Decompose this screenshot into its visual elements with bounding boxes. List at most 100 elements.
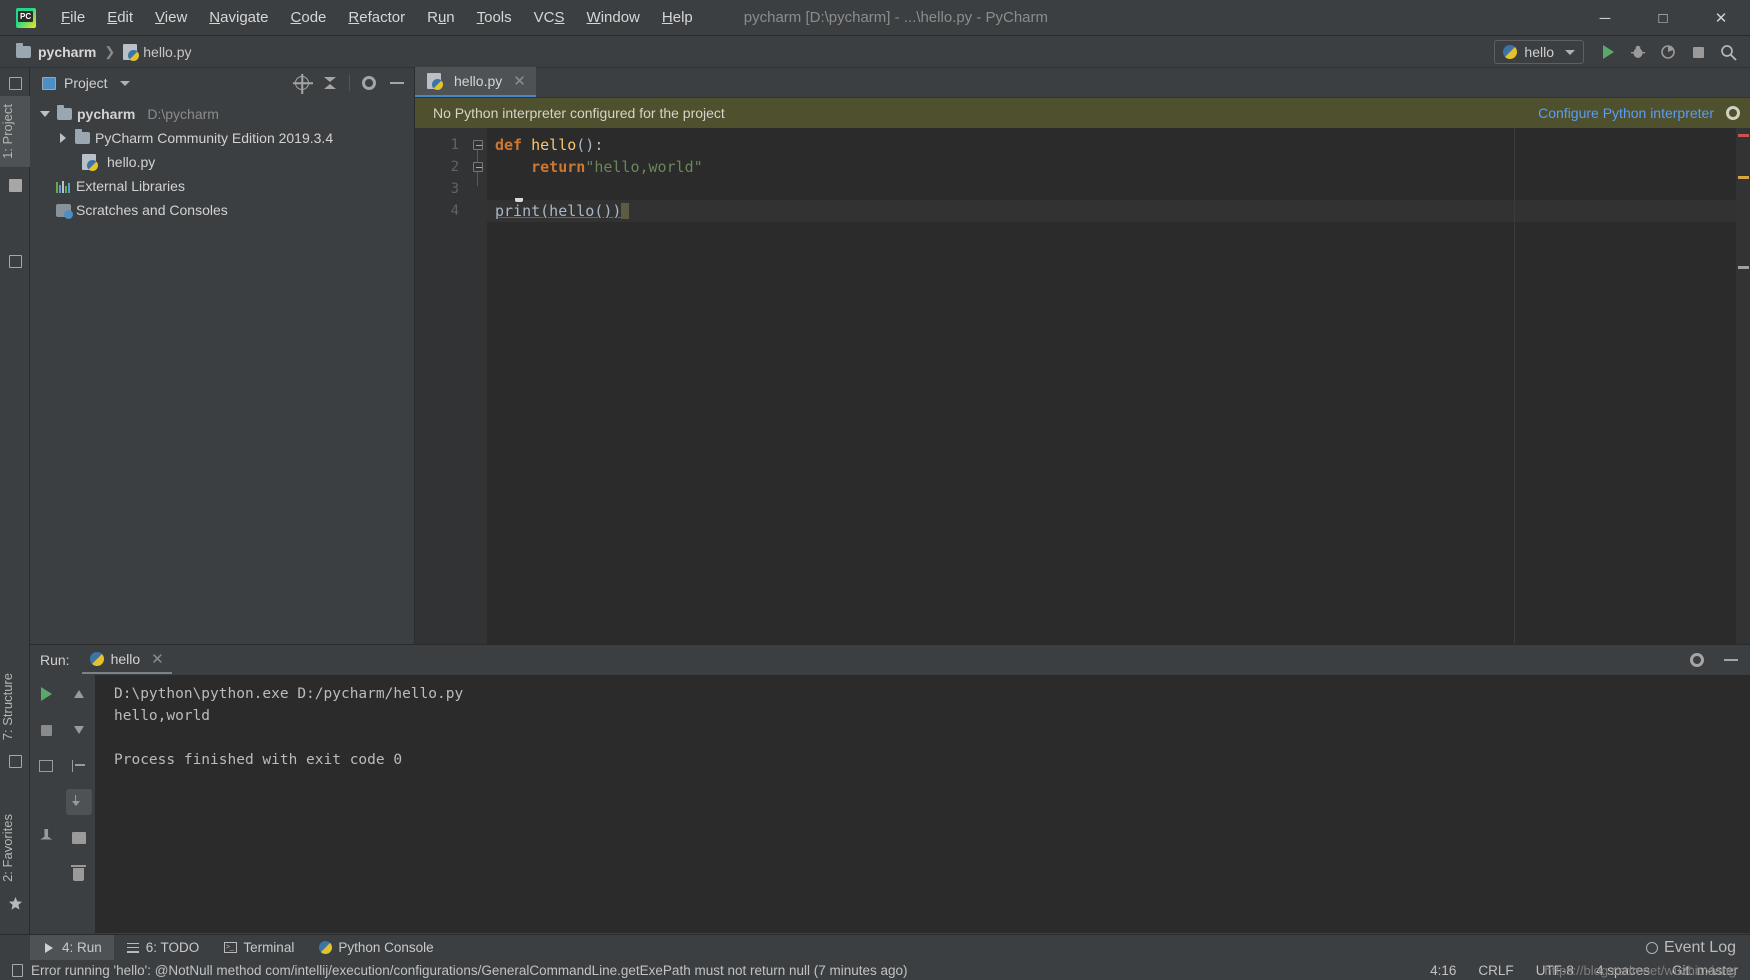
play-icon [1602,45,1614,59]
marker-warning[interactable] [1738,176,1749,179]
stop-button[interactable] [1684,38,1712,66]
code-editor[interactable]: 1 2 3 4 def hello(): return"hello,world"… [415,128,1750,644]
strip-second-icon[interactable] [0,173,30,199]
run-tab-hello[interactable]: hello ✕ [81,646,172,674]
tree-node-scratches[interactable]: Scratches and Consoles [30,198,414,222]
strip-structure-icon[interactable] [0,748,30,774]
strip-favorites-icon[interactable] [0,890,30,916]
folder-icon [57,105,72,120]
gear-icon[interactable] [1726,106,1740,120]
tree-node-external-libraries[interactable]: External Libraries [30,174,414,198]
strip-third-icon[interactable] [0,249,30,275]
code-line-4: print(hello()) [487,200,1750,222]
menu-refactor[interactable]: Refactor [337,0,416,36]
debug-button[interactable] [1624,38,1652,66]
sidebar-item-project[interactable]: 1: Project [0,96,30,167]
strip-top-icon[interactable] [0,70,30,96]
fold-marker-1[interactable] [469,134,487,156]
menu-code[interactable]: Code [280,0,338,36]
hide-project-button[interactable] [388,74,406,92]
line-separator[interactable]: CRLF [1478,963,1513,978]
sidebar-item-favorites[interactable]: 2: Favorites [0,806,30,890]
event-log-button[interactable]: Event Log [1645,939,1736,957]
editor-tab-bar: hello.py ✕ [415,67,1750,98]
view-mode-button[interactable] [33,753,59,779]
navigation-bar: pycharm ❯ hello.py hello [0,36,1750,68]
menu-edit[interactable]: Edit [96,0,144,36]
tool-window-run[interactable]: 4: Run [30,934,114,961]
tree-node-pycharm-ce[interactable]: PyCharm Community Edition 2019.3.4 [30,126,414,150]
pin-tab-button[interactable] [33,823,59,849]
run-configuration-label: hello [1524,44,1554,60]
play-icon [42,941,56,955]
expand-arrow[interactable] [38,111,52,117]
project-settings-button[interactable] [360,74,378,92]
maximize-icon: □ [1658,9,1668,27]
breadcrumb-file[interactable]: hello.py [143,44,191,60]
marker-error[interactable] [1738,134,1749,137]
search-everywhere-button[interactable] [1714,38,1742,66]
status-message-area[interactable]: Error running 'hello': @NotNull method c… [0,963,908,978]
pycharm-logo-icon [16,7,36,28]
run-console-output[interactable]: D:\python\python.exe D:/pycharm/hello.py… [96,675,1750,933]
keyword-return: return [495,158,586,176]
tree-node-hello-py[interactable]: hello.py [30,150,414,174]
close-button[interactable]: ✕ [1692,0,1750,36]
tool-window-terminal[interactable]: >_ Terminal [211,935,306,961]
menu-vcs[interactable]: VCS [523,0,576,36]
expand-arrow[interactable] [56,133,70,143]
menu-view[interactable]: View [144,0,198,36]
error-stripe-marker-column[interactable] [1736,128,1750,644]
menu-file[interactable]: File [50,0,96,36]
coverage-button[interactable] [1654,38,1682,66]
run-button[interactable] [1594,38,1622,66]
pin-icon [40,829,53,840]
project-chevron-down-icon[interactable] [119,80,130,86]
stop-icon [1692,46,1704,58]
scratch-icon [56,203,73,219]
code-folding-gutter[interactable] [469,128,487,644]
caret-position[interactable]: 4:16 [1430,963,1456,978]
tree-node-pycharm[interactable]: pycharm D:\pycharm [30,102,414,126]
configure-interpreter-link[interactable]: Configure Python interpreter [1538,105,1714,121]
menu-help[interactable]: Help [651,0,704,36]
list-icon [126,941,140,955]
rerun-button[interactable] [33,681,59,707]
print-button[interactable] [66,825,92,851]
maximize-button[interactable]: □ [1634,0,1692,36]
minimize-button[interactable]: ─ [1576,0,1634,36]
run-configuration-selector[interactable]: hello [1494,40,1584,64]
tool-window-todo[interactable]: 6: TODO [114,935,212,961]
scroll-from-source-button[interactable] [293,74,311,92]
soft-wrap-button[interactable] [66,753,92,779]
up-stack-button[interactable] [66,681,92,707]
down-stack-button[interactable] [66,717,92,743]
clear-all-button[interactable] [66,861,92,887]
menu-run[interactable]: Run [416,0,466,36]
hide-run-panel-button[interactable] [1722,651,1740,669]
menu-navigate[interactable]: Navigate [198,0,279,36]
tool-window-python-console[interactable]: Python Console [306,935,445,961]
python-file-icon [82,154,98,171]
run-tab-close-icon[interactable]: ✕ [151,650,164,668]
scroll-to-end-button[interactable] [65,789,92,815]
menu-window[interactable]: Window [576,0,651,36]
stop-process-button[interactable] [33,717,59,743]
collapse-all-button[interactable] [321,74,339,92]
code-text[interactable]: def hello(): return"hello,world" print(h… [487,128,1750,644]
run-tab-label: hello [110,651,141,667]
marker-caret[interactable] [1738,266,1749,269]
string-literal: "hello,world" [585,158,703,176]
editor-tab-hello-py[interactable]: hello.py ✕ [415,67,536,97]
gear-icon [362,76,376,90]
menu-tools[interactable]: Tools [466,0,523,36]
breadcrumb-project[interactable]: pycharm [38,44,96,60]
tab-close-icon[interactable]: ✕ [513,72,526,90]
tree-node-label: PyCharm Community Edition 2019.3.4 [95,130,334,146]
sidebar-item-structure[interactable]: 7: Structure [0,665,30,748]
console-line: D:\python\python.exe D:/pycharm/hello.py [114,686,464,702]
run-settings-button[interactable] [1688,651,1706,669]
main-toolbar: hello [1494,36,1742,68]
minus-icon [1724,659,1738,661]
fold-marker-2[interactable] [469,156,487,178]
